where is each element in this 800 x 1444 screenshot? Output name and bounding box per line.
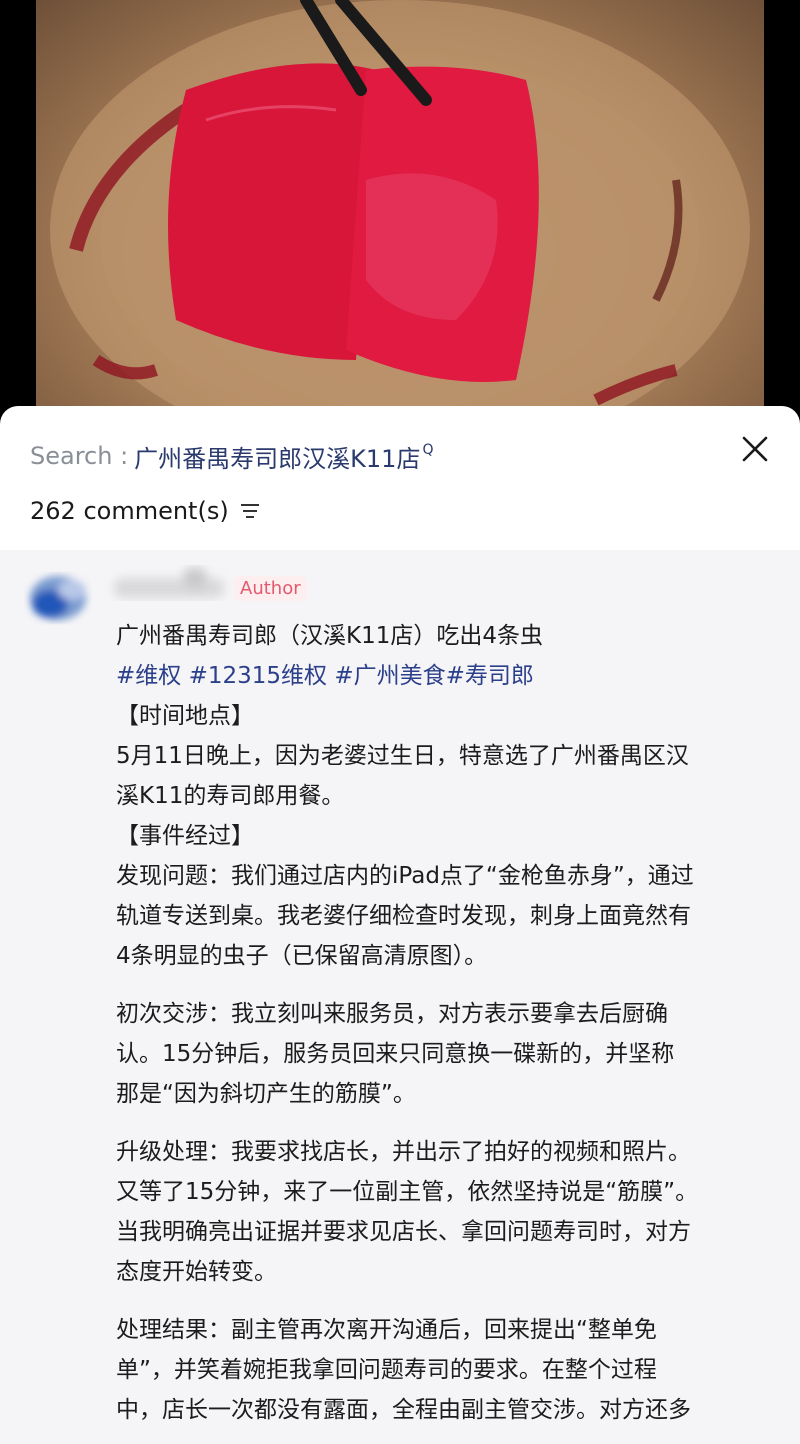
post-photo[interactable] bbox=[0, 0, 800, 420]
author-post: Author 广州番禺寿司郎（汉溪K11店）吃出4条虫 #维权 #12315维权… bbox=[0, 550, 800, 1444]
avatar[interactable] bbox=[20, 564, 98, 628]
post-text: 中，店长一次都没有露面，全程由副主管交涉。对方还多 bbox=[116, 1397, 691, 1423]
close-icon[interactable] bbox=[740, 434, 770, 464]
sort-icon[interactable] bbox=[239, 502, 261, 520]
post-text: 升级处理：我要求找店长，并出示了拍好的视频和照片。 bbox=[116, 1139, 691, 1165]
post-title: 广州番禺寿司郎（汉溪K11店）吃出4条虫 bbox=[116, 623, 543, 649]
post-text: 那是“因为斜切产生的筋膜”。 bbox=[116, 1081, 416, 1107]
tag-link[interactable]: #广州美食 bbox=[334, 663, 445, 689]
search-mark-icon: Q bbox=[422, 442, 434, 458]
post-text: 又等了15分钟，来了一位副主管，依然坚持说是“筋膜”。 bbox=[116, 1179, 699, 1205]
post-tags: #维权 #12315维权 #广州美食#寿司郎 bbox=[116, 656, 776, 696]
post-text: 4条明显的虫子（已保留高清原图）。 bbox=[116, 943, 488, 969]
comments-sheet: Search : 广州番禺寿司郎汉溪K11店 Q 262 comment(s) bbox=[0, 406, 800, 1444]
username-blurred[interactable] bbox=[104, 562, 234, 610]
tag-link[interactable]: #维权 bbox=[116, 663, 181, 689]
post-text: 当我明确亮出证据并要求见店长、拿回问题寿司时，对方 bbox=[116, 1219, 691, 1245]
search-prefix: Search : bbox=[30, 442, 129, 470]
post-text: 单”，并笑着婉拒我拿回问题寿司的要求。在整个过程 bbox=[116, 1357, 657, 1383]
post-text: 溪K11的寿司郎用餐。 bbox=[116, 783, 345, 809]
author-badge: Author bbox=[234, 576, 307, 601]
sushi-photo bbox=[36, 0, 764, 420]
section-heading-time: 【时间地点】 bbox=[116, 703, 254, 729]
post-text: 认。15分钟后，服务员回来只同意换一碟新的，并坚称 bbox=[116, 1041, 675, 1067]
sushi-illustration bbox=[50, 0, 750, 420]
post-text: 轨道专送到桌。我老婆仔细检查时发现，刺身上面竟然有 bbox=[116, 903, 691, 929]
comments-count: 262 comment(s) bbox=[30, 497, 229, 525]
post-text: 态度开始转变。 bbox=[116, 1259, 277, 1285]
tag-link[interactable]: #12315维权 bbox=[189, 663, 327, 689]
comments-header: 262 comment(s) bbox=[30, 494, 261, 528]
tag-link[interactable]: #寿司郎 bbox=[446, 663, 534, 689]
post-text: 处理结果：副主管再次离开沟通后，回来提出“整单免 bbox=[116, 1317, 657, 1343]
post-text: 初次交涉：我立刻叫来服务员，对方表示要拿去后厨确 bbox=[116, 1001, 668, 1027]
search-query-link[interactable]: 广州番禺寿司郎汉溪K11店 bbox=[134, 439, 420, 474]
section-heading-event: 【事件经过】 bbox=[116, 823, 254, 849]
post-body: 广州番禺寿司郎（汉溪K11店）吃出4条虫 #维权 #12315维权 #广州美食#… bbox=[116, 616, 776, 1430]
search-suggestion[interactable]: Search : 广州番禺寿司郎汉溪K11店 Q bbox=[30, 438, 770, 474]
post-text: 发现问题：我们通过店内的iPad点了“金枪鱼赤身”，通过 bbox=[116, 863, 694, 889]
post-text: 5月11日晚上，因为老婆过生日，特意选了广州番禺区汉 bbox=[116, 743, 689, 769]
